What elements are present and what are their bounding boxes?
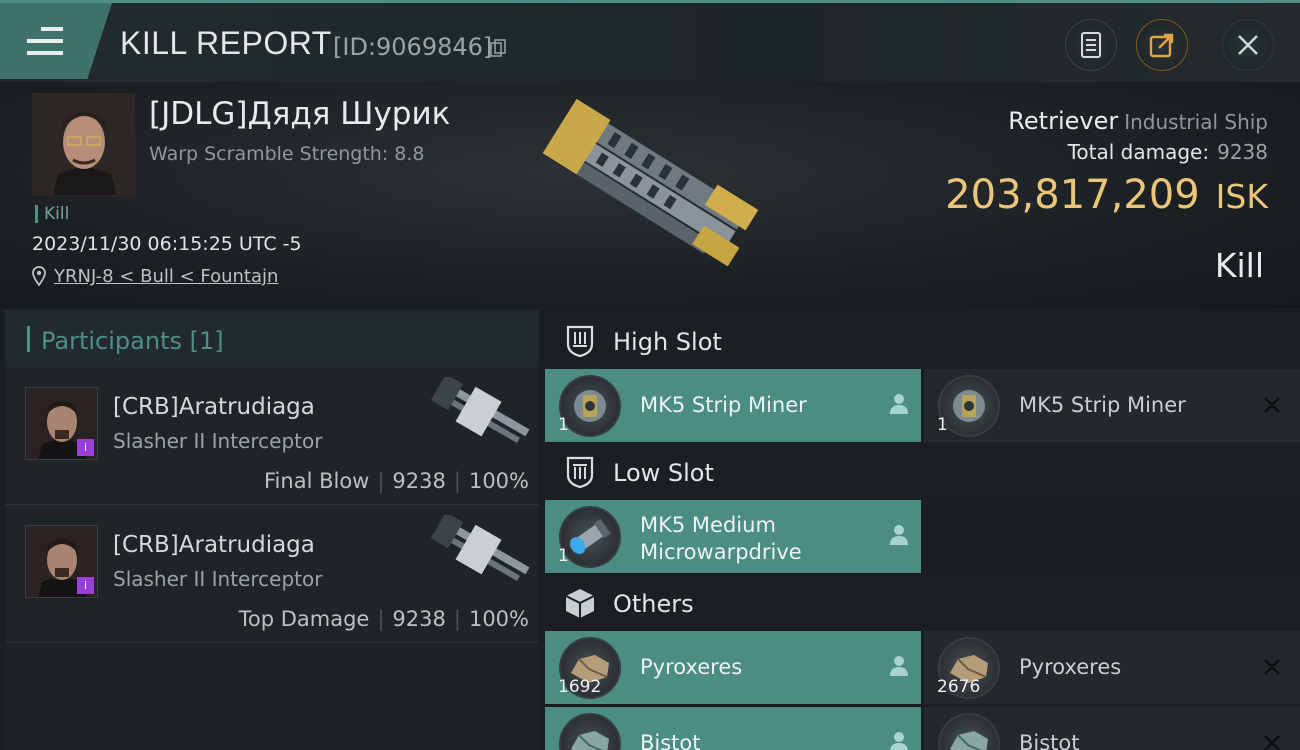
low-slot-header: Low Slot (545, 443, 1300, 501)
item-name: Bistot (640, 731, 701, 750)
participant-stats: Final Blow | 9238 | 100% (264, 469, 529, 493)
victim-name[interactable]: [JDLG]Дядя Шурик (149, 96, 450, 132)
person-icon (890, 732, 908, 750)
low-slot-icon (566, 456, 594, 489)
item-name: Pyroxeres (1019, 655, 1122, 679)
total-damage-value: 9238 (1217, 140, 1268, 164)
victim-portrait[interactable] (32, 93, 135, 196)
close-button[interactable] (1222, 19, 1274, 71)
high-slot-icon (566, 325, 594, 358)
close-icon (1238, 35, 1258, 55)
participants-panel: Participants [1] i [CRB]Aratrudiaga Slas… (5, 310, 539, 750)
total-damage: Total damage: 9238 (1068, 140, 1268, 164)
participant-role: Top Damage (238, 607, 370, 631)
module-item[interactable]: 1 MK5 Strip Miner (924, 369, 1300, 442)
person-icon (890, 656, 908, 676)
info-badge[interactable]: i (77, 439, 94, 456)
participant-role: Final Blow (264, 469, 370, 493)
item-name: Pyroxeres (640, 655, 743, 679)
others-title: Others (613, 590, 694, 618)
top-bar: KILL REPORT [ID:9069846] (0, 0, 1300, 82)
participant-stats: Top Damage | 9238 | 100% (238, 607, 529, 631)
share-button[interactable] (1136, 19, 1188, 71)
clipboard-icon (1081, 32, 1101, 58)
copy-icon[interactable] (490, 39, 506, 57)
item-name-line1: MK5 Medium (640, 513, 776, 537)
cargo-item[interactable]: 2676 Pyroxeres (924, 631, 1300, 704)
kill-datetime: 2023/11/30 06:15:25 UTC -5 (32, 233, 302, 255)
participant-avatar: i (25, 387, 98, 460)
participant-damage: 9238 (392, 469, 446, 493)
menu-icon (27, 27, 63, 55)
module-item[interactable]: 1 MK5 Medium Microwarpdrive (545, 500, 921, 573)
participant-percent: 100% (468, 469, 529, 493)
cargo-box-icon (565, 589, 595, 618)
cargo-item[interactable]: Bistot (924, 707, 1300, 750)
share-icon (1149, 33, 1174, 58)
ship-name: Retriever (1008, 107, 1119, 135)
module-item[interactable]: 1 MK5 Strip Miner (545, 369, 921, 442)
report-id: [ID:9069846] (333, 33, 493, 61)
item-name: MK5 Strip Miner (1019, 393, 1186, 417)
participant-ship: Slasher II Interceptor (113, 429, 323, 453)
x-icon (1264, 659, 1280, 675)
participant-damage: 9238 (392, 607, 446, 631)
participant-row[interactable]: i [CRB]Aratrudiaga Slasher II Intercepto… (5, 367, 539, 505)
victim-ship-image (542, 98, 759, 267)
item-name: Bistot (1019, 731, 1080, 750)
ship-class: Industrial Ship (1124, 110, 1268, 134)
participants-title: Participants [1] (41, 327, 224, 355)
participants-header: Participants [1] (5, 310, 539, 367)
item-quantity: 2676 (937, 677, 981, 697)
victim-ship[interactable]: Retriever Industrial Ship (1008, 107, 1268, 135)
item-name-line2: Microwarpdrive (640, 540, 802, 564)
participant-ship: Slasher II Interceptor (113, 567, 323, 591)
item-name: MK5 Medium Microwarpdrive (640, 512, 802, 566)
item-quantity: 1692 (558, 677, 602, 697)
header-accent (27, 326, 30, 352)
location-pin-icon (32, 266, 46, 286)
warp-scramble-strength: Warp Scramble Strength: 8.8 (149, 143, 425, 165)
kill-location-link[interactable]: YRNJ-8 < Bull < Fountajn (54, 266, 278, 287)
low-slot-title: Low Slot (613, 459, 714, 487)
participant-ship-image (430, 377, 530, 443)
fitting-panel: High Slot 1 MK5 Strip Miner 1 MK5 Strip … (545, 310, 1300, 750)
participant-name: [CRB]Aratrudiaga (113, 532, 315, 558)
item-quantity: 1 (558, 415, 569, 435)
participant-name: [CRB]Aratrudiaga (113, 394, 315, 420)
ore-icon (938, 713, 1000, 750)
cargo-item[interactable]: 1692 Pyroxeres (545, 631, 921, 704)
participant-ship-image (430, 515, 530, 581)
high-slot-header: High Slot (545, 312, 1300, 370)
high-slot-title: High Slot (613, 328, 722, 356)
avatar (33, 94, 134, 195)
item-quantity: 1 (937, 415, 948, 435)
kill-tag: Kill (35, 205, 69, 223)
cargo-item[interactable]: Bistot (545, 707, 921, 750)
info-badge[interactable]: i (77, 577, 94, 594)
person-icon (890, 394, 908, 414)
participant-percent: 100% (468, 607, 529, 631)
person-icon (890, 525, 908, 545)
page-title: KILL REPORT (120, 25, 332, 61)
x-icon (1264, 397, 1280, 413)
x-icon (1264, 735, 1280, 750)
menu-button[interactable] (0, 3, 112, 79)
total-damage-label: Total damage: (1067, 140, 1210, 164)
item-name: MK5 Strip Miner (640, 393, 807, 417)
participant-row[interactable]: i [CRB]Aratrudiaga Slasher II Intercepto… (5, 505, 539, 643)
clipboard-button[interactable] (1065, 19, 1117, 71)
isk-amount: 203,817,209 (945, 172, 1200, 218)
participant-avatar: i (25, 525, 98, 598)
item-quantity: 1 (558, 546, 569, 566)
result-label: Kill (1214, 246, 1264, 285)
ore-icon (559, 713, 621, 750)
isk-unit: ISK (1215, 177, 1268, 216)
others-header: Others (545, 574, 1300, 632)
isk-value: 203,817,209 ISK (945, 172, 1268, 218)
